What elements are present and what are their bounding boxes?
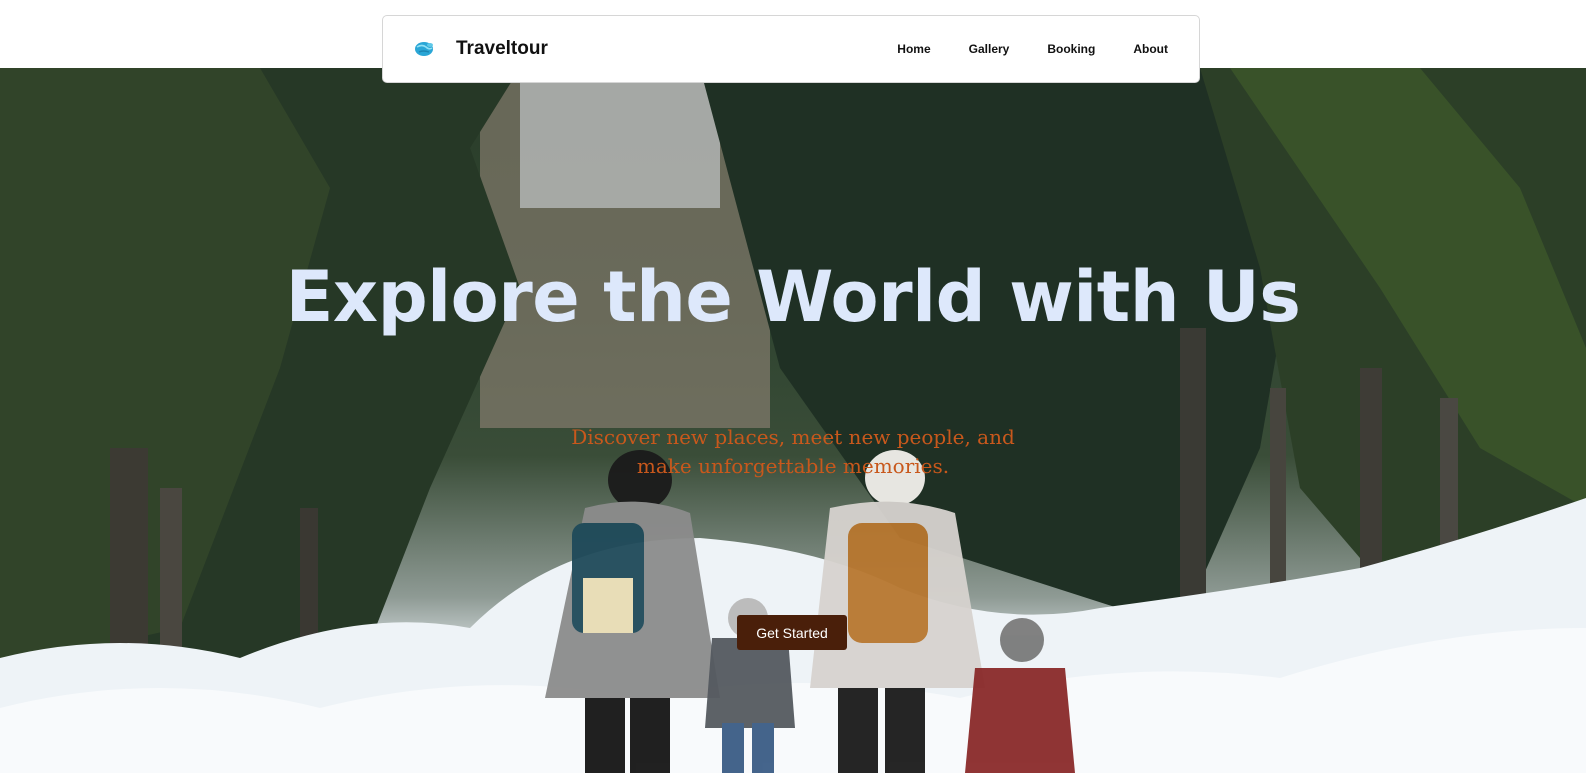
nav-link-gallery[interactable]: Gallery (969, 42, 1010, 56)
hero-subtitle: Discover new places, meet new people, an… (571, 425, 1015, 478)
hero-title: Explore the World with Us (285, 256, 1301, 338)
get-started-button[interactable]: Get Started (737, 615, 847, 650)
brand-name: Traveltour (456, 38, 548, 59)
hero-section: Explore the World with Us Discover new p… (0, 68, 1586, 773)
globe-icon (413, 40, 435, 58)
hero-background-photo (0, 68, 1586, 773)
top-navbar: Traveltour Home Gallery Booking About (382, 15, 1200, 83)
nav-link-booking[interactable]: Booking (1047, 42, 1095, 56)
brand[interactable]: Traveltour (413, 38, 548, 60)
nav-links: Home Gallery Booking About (878, 42, 1187, 56)
page: Explore the World with Us Discover new p… (0, 0, 1586, 773)
nav-link-about[interactable]: About (1133, 42, 1168, 56)
nav-link-home[interactable]: Home (897, 42, 930, 56)
